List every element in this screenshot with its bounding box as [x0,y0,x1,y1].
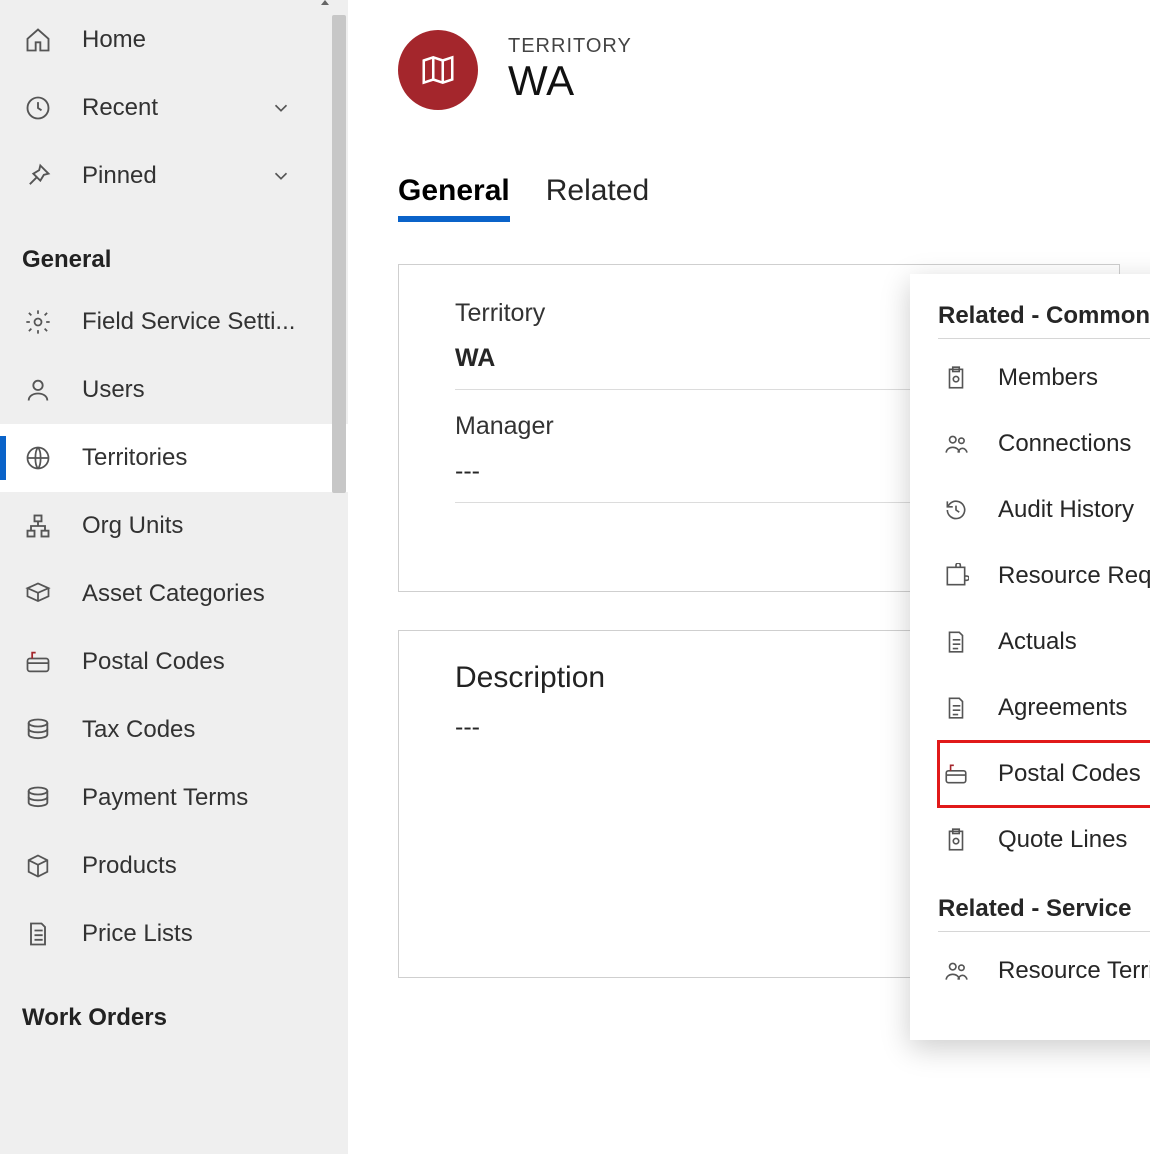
pin-icon [22,162,54,190]
sidebar-item-price-lists[interactable]: Price Lists [0,900,348,968]
puzzle-icon [942,563,970,589]
globe-icon [22,444,54,472]
sidebar-item-users[interactable]: Users [0,356,348,424]
sidebar-item-label: Territories [82,444,298,472]
record-medallion [398,30,478,110]
entity-type-label: TERRITORY [508,35,632,58]
sidebar-item-pinned[interactable]: Pinned [0,142,348,210]
sidebar-item-label: Org Units [82,512,298,540]
sidebar-item-recent[interactable]: Recent [0,74,348,142]
sidebar-item-asset-categories[interactable]: Asset Categories [0,560,348,628]
sidebar-item-label: Tax Codes [82,716,298,744]
cube-icon [22,852,54,880]
org-icon [22,512,54,540]
related-section-common: Related - Common [938,302,1150,339]
related-item-label: Resource Requirements [998,562,1150,590]
sidebar-item-label: Recent [82,94,242,122]
main-content: TERRITORY WA General Related Territory W… [348,0,1150,1154]
related-item-members[interactable]: Members [938,345,1150,411]
sidebar-item-payment-terms[interactable]: Payment Terms [0,764,348,832]
related-item-label: Connections [998,430,1131,458]
related-item-label: Agreements [998,694,1127,722]
sidebar-scrollbar[interactable] [318,0,348,1154]
tab-related[interactable]: Related [546,174,649,222]
clipboard-gear-icon [942,365,970,391]
related-item-postal-codes[interactable]: Postal Codes [938,741,1150,807]
related-item-resource-territories[interactable]: Resource Territories [938,938,1150,1004]
related-menu: Related - Common Members Connections Aud… [910,274,1150,1040]
related-item-label: Members [998,364,1098,392]
sidebar-item-tax-codes[interactable]: Tax Codes [0,696,348,764]
related-item-connections[interactable]: Connections [938,411,1150,477]
mailbox-icon [942,761,970,787]
mailbox-icon [22,648,54,676]
gear-icon [22,308,54,336]
related-item-quote-lines[interactable]: Quote Lines [938,807,1150,873]
sidebar-item-label: Asset Categories [82,580,298,608]
sidebar-item-territories[interactable]: Territories [0,424,348,492]
sidebar-item-label: Payment Terms [82,784,298,812]
map-icon [419,51,457,89]
related-item-label: Actuals [998,628,1077,656]
tabs: General Related [398,174,1120,222]
scroll-up-icon[interactable] [318,0,348,9]
scroll-thumb[interactable] [332,15,346,493]
related-item-agreements[interactable]: Agreements [938,675,1150,741]
doc-icon [942,695,970,721]
sidebar-item-label: Home [82,26,298,54]
doc-icon [942,629,970,655]
sidebar-item-field-settings[interactable]: Field Service Setti... [0,288,348,356]
sidebar-item-label: Price Lists [82,920,298,948]
stack-icon [22,716,54,744]
sidebar: Home Recent Pinned General [0,0,348,1154]
sidebar-item-postal-codes[interactable]: Postal Codes [0,628,348,696]
stack-icon [22,784,54,812]
people-icon [942,958,970,984]
related-item-label: Audit History [998,496,1134,524]
sidebar-item-label: Users [82,376,298,404]
sidebar-item-home[interactable]: Home [0,6,348,74]
related-item-label: Postal Codes [998,760,1141,788]
home-icon [22,26,54,54]
chevron-down-icon [270,165,298,187]
tab-general[interactable]: General [398,174,510,222]
related-item-label: Quote Lines [998,826,1127,854]
related-item-audit-history[interactable]: Audit History [938,477,1150,543]
related-item-resource-requirements[interactable]: Resource Requirements [938,543,1150,609]
sidebar-item-label: Products [82,852,298,880]
sidebar-item-label: Pinned [82,162,242,190]
history-icon [942,497,970,523]
sidebar-group-work-orders: Work Orders [0,968,348,1046]
sidebar-item-label: Field Service Setti... [82,308,298,336]
entity-name: WA [508,58,632,104]
clock-icon [22,94,54,122]
sidebar-item-label: Postal Codes [82,648,298,676]
doc-icon [22,920,54,948]
chevron-down-icon [270,97,298,119]
user-icon [22,376,54,404]
assets-icon [22,580,54,608]
sidebar-item-products[interactable]: Products [0,832,348,900]
sidebar-item-org-units[interactable]: Org Units [0,492,348,560]
record-header: TERRITORY WA [398,30,1120,110]
clipboard-gear-icon [942,827,970,853]
sidebar-group-general: General [0,210,348,288]
people-icon [942,431,970,457]
related-section-service: Related - Service [938,895,1150,932]
related-item-label: Resource Territories [998,957,1150,985]
related-item-actuals[interactable]: Actuals [938,609,1150,675]
